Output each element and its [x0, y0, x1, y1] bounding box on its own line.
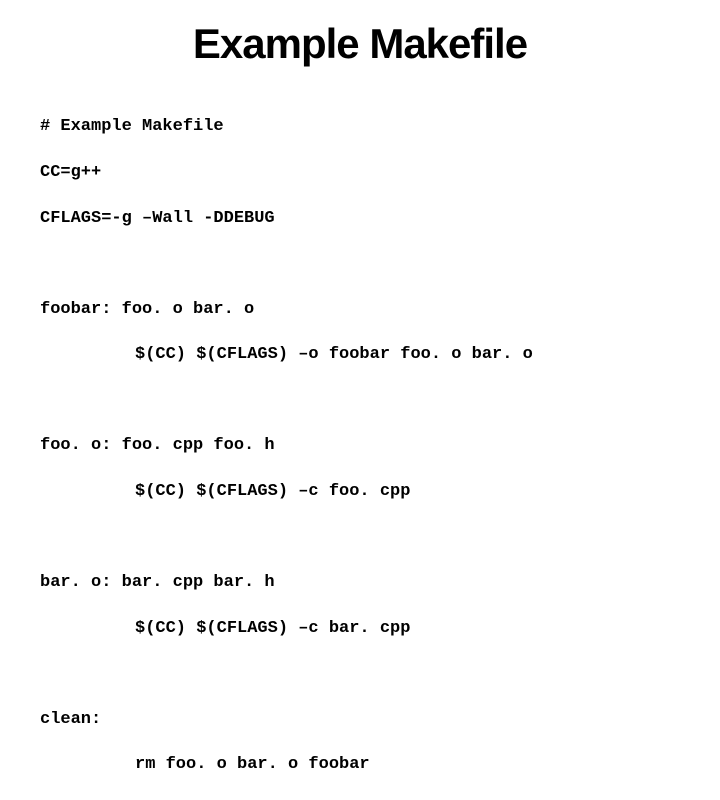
code-line-foo-target: foo. o: foo. cpp foo. h [40, 435, 680, 458]
makefile-code-block: # Example Makefile CC=g++ CFLAGS=-g –Wal… [40, 93, 680, 800]
code-line-comment: # Example Makefile [40, 116, 680, 139]
code-line-foobar-cmd: $(CC) $(CFLAGS) –o foobar foo. o bar. o [135, 344, 680, 367]
code-line-clean-target: clean: [40, 709, 680, 732]
code-line-bar-target: bar. o: bar. cpp bar. h [40, 572, 680, 595]
code-line-foo-cmd: $(CC) $(CFLAGS) –c foo. cpp [135, 481, 680, 504]
code-line-clean-cmd: rm foo. o bar. o foobar [135, 754, 680, 777]
code-line-foobar-target: foobar: foo. o bar. o [40, 299, 680, 322]
page-title: Example Makefile [40, 20, 680, 68]
code-line-bar-cmd: $(CC) $(CFLAGS) –c bar. cpp [135, 618, 680, 641]
code-line-cflags: CFLAGS=-g –Wall -DDEBUG [40, 208, 680, 231]
code-line-cc: CC=g++ [40, 162, 680, 185]
